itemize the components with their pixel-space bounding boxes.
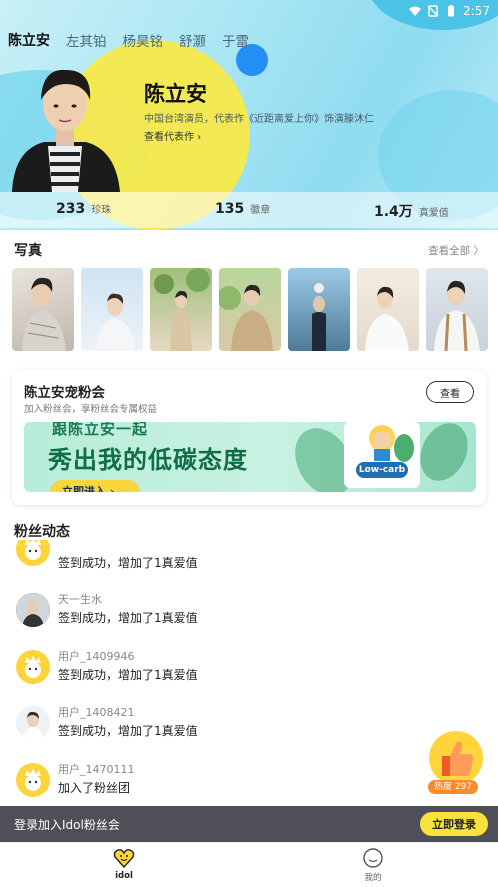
star-tabs: 陈立安 左其铂 杨昊铭 舒灏 于雷: [8, 30, 249, 50]
photo-thumb[interactable]: [426, 268, 488, 351]
bottom-nav: idol 我的: [0, 842, 498, 887]
works-link[interactable]: 查看代表作 ›: [144, 128, 201, 143]
feed-item: 用户_1409946 签到成功，增加了1真爱值: [16, 650, 416, 700]
banner-headline: 秀出我的低碳态度: [48, 446, 248, 474]
photos-title: 写真: [14, 243, 42, 259]
user-avatar[interactable]: [16, 540, 50, 566]
star-name: 陈立安: [144, 82, 207, 106]
star-portrait-image: [12, 69, 120, 192]
stat-value: 135: [215, 201, 245, 217]
tab-star-3[interactable]: 杨昊铭: [123, 30, 164, 50]
stat-value: 1.4万: [374, 204, 413, 220]
tab-star-1[interactable]: 陈立安: [8, 30, 50, 50]
user-avatar[interactable]: [16, 593, 50, 627]
stat-badges: 135 徽章: [215, 201, 270, 217]
banner-top-line: 跟陈立安一起: [52, 422, 149, 438]
feed-text: 签到成功，增加了1真爱值: [58, 556, 198, 570]
photo-thumb[interactable]: [12, 268, 74, 351]
fan-club-title: 陈立安宠粉会: [24, 385, 105, 401]
feed-text: 签到成功，增加了1真爱值: [58, 724, 198, 738]
user-photo: [16, 593, 50, 627]
star-hero: 2:57 陈立安 左其铂 杨昊铭 舒灏 于雷 陈立安 中国台湾演员，代表作《近距…: [0, 0, 498, 230]
profile-face-icon: [363, 848, 383, 868]
feed-item: 用户_1408421 签到成功，增加了1真爱值: [16, 706, 416, 756]
low-carb-banner[interactable]: 跟陈立安一起 秀出我的低碳态度 立即进入 › Low-carb: [24, 422, 476, 492]
fan-feed-title: 粉丝动态: [14, 524, 70, 540]
tab-star-2[interactable]: 左其铂: [66, 30, 107, 50]
nav-mine[interactable]: 我的: [343, 847, 403, 883]
stats-bar: 233 珍珠 135 徽章 1.4万 真爱值: [0, 192, 498, 228]
heat-label: 热度 297: [428, 780, 478, 794]
fan-club-card: 陈立安宠粉会 加入粉丝会，享粉丝会专属权益 查看 跟陈立安一起 秀出我的低碳态度…: [12, 370, 486, 505]
feed-text: 加入了粉丝团: [58, 781, 131, 795]
feed-text: 签到成功，增加了1真爱值: [58, 668, 198, 682]
star-photo[interactable]: [4, 62, 126, 192]
feed-item: 天一生水 签到成功，增加了1真爱值: [16, 593, 416, 643]
feed-item: 签到成功，增加了1真爱值: [16, 540, 416, 572]
thumbs-up-icon: [429, 731, 483, 785]
user-avatar[interactable]: [16, 763, 50, 797]
nav-label: 我的: [364, 873, 382, 883]
stat-label: 珍珠: [91, 205, 112, 216]
photo-thumb[interactable]: [81, 268, 143, 351]
mascot-icon: [369, 425, 414, 462]
user-photo: [16, 706, 50, 740]
login-banner: 登录加入Idol粉丝会 立即登录: [0, 806, 498, 842]
mascot-avatar-icon: [25, 769, 41, 791]
see-all-link[interactable]: 查看全部 〉: [428, 243, 484, 258]
tab-star-4[interactable]: 舒灏: [179, 30, 206, 50]
login-button[interactable]: 立即登录: [420, 812, 488, 836]
photo-thumb[interactable]: [150, 268, 212, 351]
photo-strip: [12, 268, 488, 351]
heart-face-icon: [113, 849, 135, 869]
mascot-avatar-icon: [25, 656, 41, 678]
photo-thumb[interactable]: [288, 268, 350, 351]
status-bar: 2:57: [409, 2, 490, 20]
badge-label: Low-carb: [356, 462, 408, 478]
feed-username: 用户_1409946: [58, 650, 135, 663]
user-avatar[interactable]: [16, 706, 50, 740]
mascot-avatar-icon: [25, 540, 41, 560]
wifi-icon: [409, 6, 422, 16]
view-fan-club-button[interactable]: 查看: [426, 381, 474, 403]
nav-idol[interactable]: idol: [94, 847, 154, 881]
tab-star-5[interactable]: 于雷: [222, 30, 249, 50]
nav-label: idol: [115, 871, 133, 881]
photo-thumb[interactable]: [219, 268, 281, 351]
stat-label: 真爱值: [418, 208, 449, 219]
login-prompt: 登录加入Idol粉丝会: [14, 818, 120, 832]
battery-icon: [448, 5, 455, 17]
stat-pearls: 233 珍珠: [56, 201, 111, 217]
feed-text: 签到成功，增加了1真爱值: [58, 611, 198, 625]
low-carb-badge: Low-carb: [344, 422, 420, 488]
stat-love: 1.4万 真爱值: [374, 201, 449, 221]
feed-username: 用户_1470111: [58, 763, 135, 776]
stat-label: 徽章: [250, 205, 271, 216]
feed-username: 用户_1408421: [58, 706, 135, 719]
clock: 2:57: [463, 4, 490, 18]
heat-widget[interactable]: 热度 297: [424, 730, 484, 796]
fan-club-subtitle: 加入粉丝会，享粉丝会专属权益: [24, 404, 158, 415]
no-sim-icon: [427, 5, 439, 17]
banner-enter-button[interactable]: 立即进入 ›: [50, 480, 140, 492]
feed-username: 天一生水: [58, 593, 102, 606]
user-avatar[interactable]: [16, 650, 50, 684]
stat-value: 233: [56, 201, 86, 217]
photo-thumb[interactable]: [357, 268, 419, 351]
star-description: 中国台湾演员，代表作《近距离爱上你》饰演滕沐仁: [144, 114, 374, 125]
